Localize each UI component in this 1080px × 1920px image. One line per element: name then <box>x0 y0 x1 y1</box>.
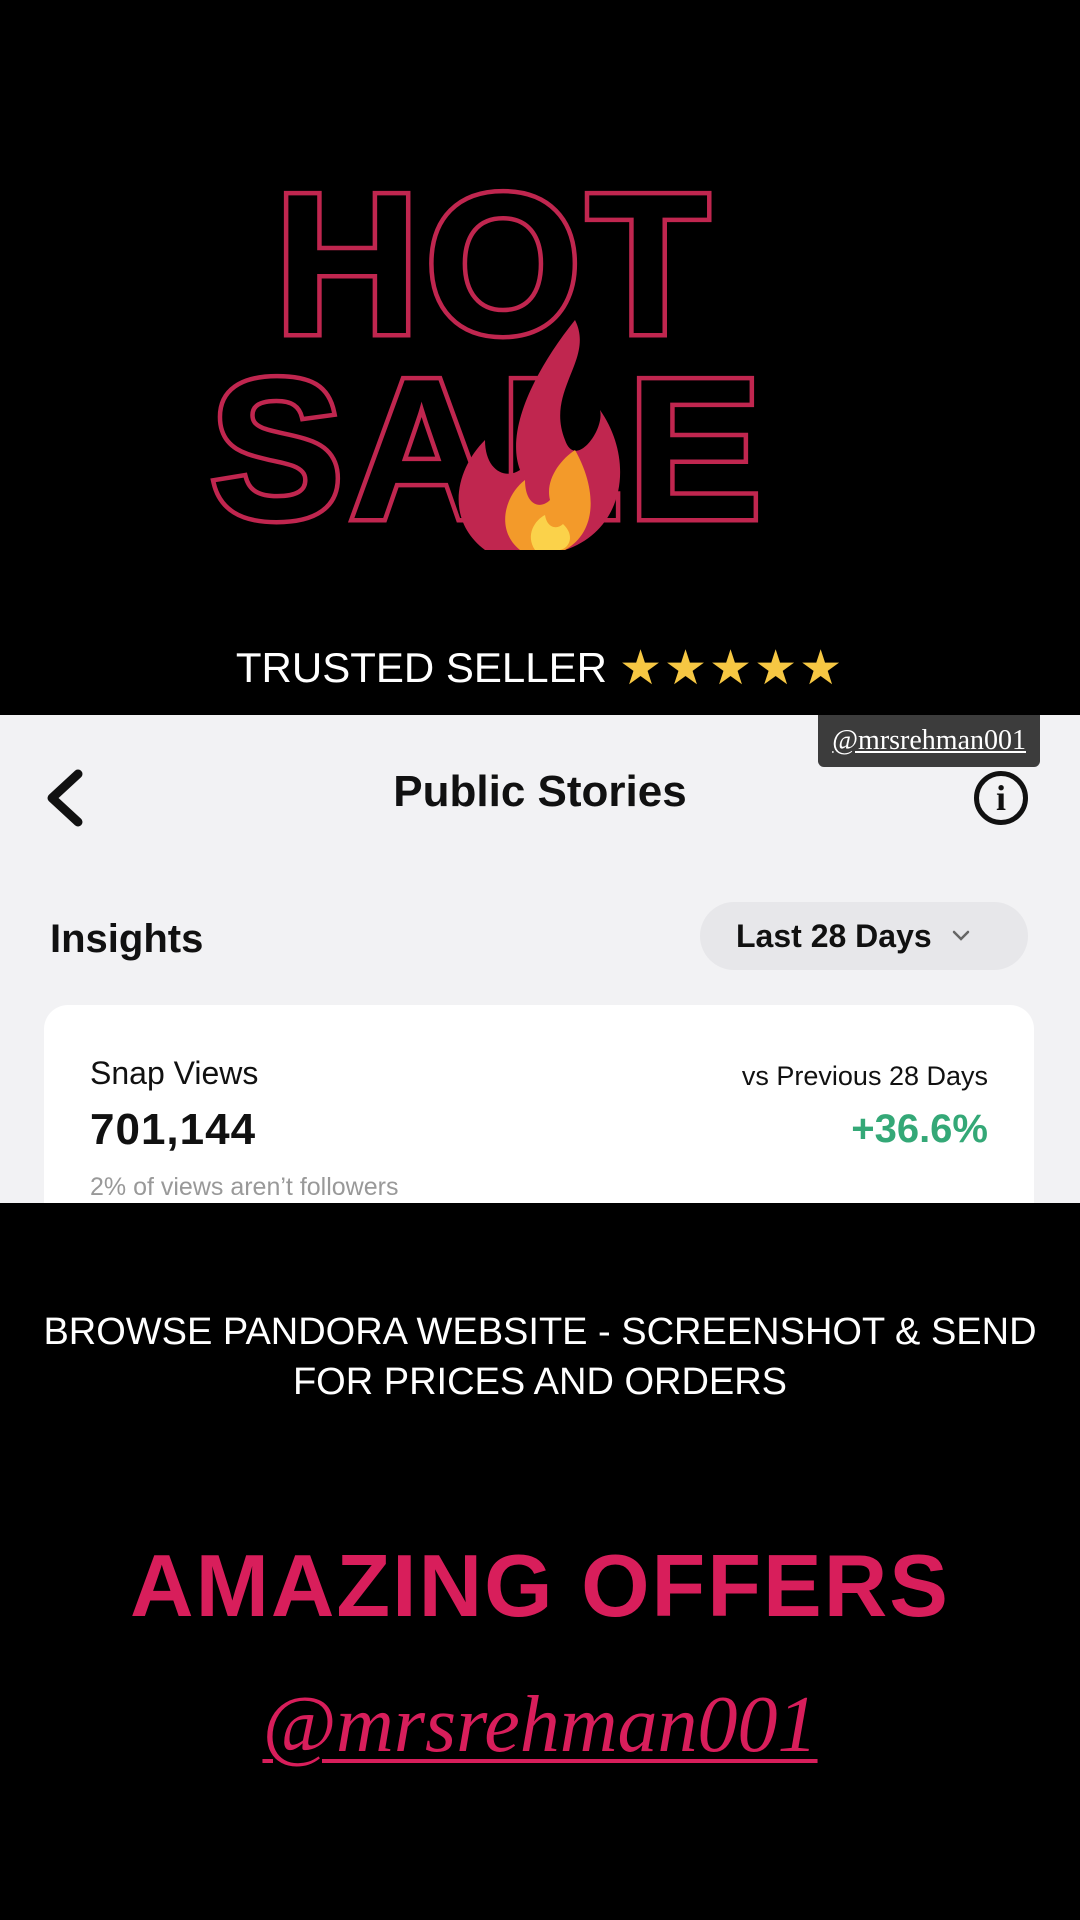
trusted-seller-label: TRUSTED SELLER <box>235 644 607 691</box>
metric-note: 2% of views aren’t followers <box>90 1173 399 1201</box>
public-stories-screenshot: @mrsrehman001 Public Stories i Insights … <box>0 715 1080 1203</box>
chevron-down-icon <box>952 930 969 941</box>
compare-value: +36.6% <box>851 1107 988 1151</box>
star-rating-icon: ★★★★★ <box>618 642 845 695</box>
flame-icon <box>458 320 621 550</box>
metric-label: Snap Views <box>90 1055 259 1091</box>
trusted-seller-line: TRUSTED SELLER ★★★★★ <box>0 640 1080 696</box>
browse-instructions: BROWSE PANDORA WEBSITE - SCREENSHOT & SE… <box>43 1311 1037 1403</box>
insights-heading: Insights <box>50 917 204 961</box>
page-title: Public Stories <box>393 767 687 816</box>
snap-views-card[interactable]: Snap Views 701,144 2% of views aren’t fo… <box>44 1005 1034 1203</box>
amazing-offers-heading: AMAZING OFFERS <box>130 1536 950 1635</box>
seller-handle-text: @mrsrehman001 <box>262 1681 818 1769</box>
hot-sale-logo: HOT SALE <box>195 160 895 565</box>
seller-handle[interactable]: @mrsrehman001 <box>0 1680 1080 1771</box>
period-label: Last 28 Days <box>736 917 932 954</box>
compare-label: vs Previous 28 Days <box>741 1061 988 1091</box>
mention-sticker[interactable]: @mrsrehman001 <box>818 715 1040 767</box>
metric-value: 701,144 <box>90 1105 257 1154</box>
period-dropdown[interactable]: Last 28 Days <box>700 902 1028 970</box>
info-icon[interactable]: i <box>974 771 1028 825</box>
